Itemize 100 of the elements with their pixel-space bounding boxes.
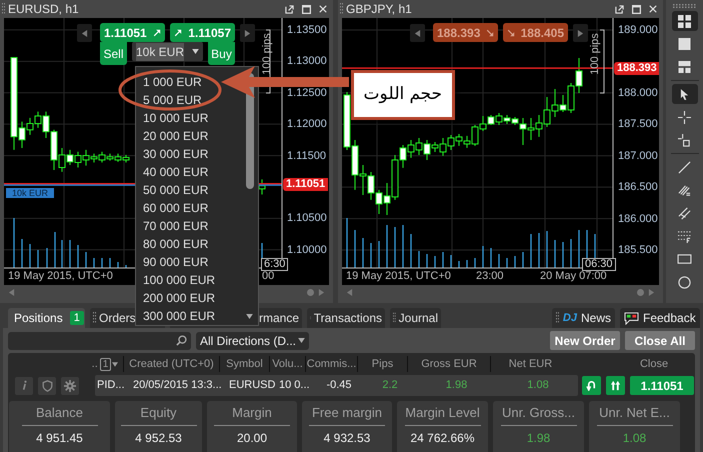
column-header: Pips (372, 356, 394, 372)
column-header: Created (UTC+0) (129, 356, 214, 372)
action-button[interactable]: Close All (625, 331, 695, 350)
time-cursor-tag: 06:30 (582, 258, 616, 271)
menu-item[interactable]: 90 000 EUR (136, 253, 212, 271)
previous-button[interactable] (77, 24, 92, 42)
price-axis-label: 188.000 (618, 86, 658, 99)
menu-item[interactable]: 50 000 EUR (136, 181, 212, 199)
next-button[interactable] (573, 24, 588, 42)
table-cell-text: 1.08 (526, 378, 550, 394)
news-tab[interactable]: DJ News (552, 308, 615, 328)
toolbar-button[interactable] (672, 11, 698, 31)
range-label: 100 pips (589, 32, 601, 77)
menu-item[interactable]: 70 000 EUR (136, 217, 212, 235)
price-axis-label: 1.10000 (287, 244, 327, 256)
sell-price-button[interactable]: 1.11051 (100, 23, 165, 42)
left-arrow-icon (414, 30, 421, 36)
price-axis-label: 1.13000 (287, 55, 327, 68)
scroll-thumb-icon (637, 289, 644, 296)
single-layout-icon (678, 38, 691, 50)
table-cell-text: 10 0... (278, 378, 311, 394)
double-up-arrow-icon (610, 380, 621, 391)
search-icon (176, 335, 187, 346)
current-price-label: 188.393 (614, 62, 659, 76)
summary-label: Equity (140, 404, 177, 422)
protection-button[interactable] (38, 376, 56, 394)
amount-select[interactable]: 10k EUR (132, 42, 203, 61)
summary-label: Unr. Gross... (502, 404, 575, 422)
menu-item[interactable]: 40 000 EUR (136, 163, 212, 181)
menu-item[interactable]: 80 000 EUR (136, 235, 212, 253)
close-icon (319, 5, 327, 13)
time-axis-label: 19 May 2015, UTC+0 (8, 270, 113, 282)
menu-item[interactable]: 20 000 EUR (136, 127, 212, 145)
table-cell-text: 2.2 (381, 378, 399, 394)
popout-icon (285, 4, 294, 14)
summary-value: 4 952.53 (135, 430, 182, 446)
menu-item[interactable]: 5 000 EUR (136, 91, 206, 109)
summary-label: Balance (36, 404, 83, 422)
scroll-left-icon (8, 289, 15, 296)
chart-title: EURUSD, h1 (8, 1, 79, 18)
arrow-up-right-icon (174, 28, 182, 36)
table-cell-text: 20/05/2015 13:3... (132, 378, 223, 394)
buy-price-button[interactable]: 1.11057 (170, 23, 235, 42)
column-header: Net EUR (508, 356, 552, 372)
search-field[interactable] (8, 332, 191, 350)
right-arrow-icon (577, 30, 584, 36)
drag-handle-icon (393, 312, 396, 324)
drag-handle-icon (672, 4, 696, 8)
table-cell-text: 1.98 (444, 378, 468, 394)
caret-icon (246, 314, 253, 319)
time-axis-label: 23:00 (476, 270, 504, 282)
scroll-left-icon (346, 289, 353, 296)
tab[interactable]: Journal (390, 308, 441, 328)
direction-select[interactable]: All Directions (D... (196, 332, 309, 350)
column-header: .. (92, 356, 98, 372)
sell-button[interactable]: Sell (100, 42, 127, 65)
time-cursor-tag: 6:30 (261, 258, 288, 271)
drag-handle-icon (556, 312, 559, 324)
tab[interactable]: Transactions (307, 308, 385, 328)
price-axis-label: 185.500 (618, 244, 658, 256)
time-axis-label: 00 (262, 270, 274, 282)
menu-item[interactable]: 100 000 EUR (136, 271, 220, 289)
buy-button[interactable]: Buy (208, 42, 235, 65)
price-axis-label: 1.10500 (287, 212, 327, 224)
info-button[interactable] (15, 376, 33, 394)
menu-item[interactable]: 1 000 EUR (136, 73, 206, 91)
reverse-button[interactable] (582, 376, 601, 395)
popout-icon (615, 4, 624, 14)
current-price-label: 1.11051 (283, 178, 328, 191)
next-button[interactable] (240, 24, 255, 42)
menu-item[interactable]: 10 000 EUR (136, 109, 212, 127)
menu-item[interactable]: 200 000 EUR (136, 289, 220, 307)
summary-value: 4 932.53 (324, 430, 370, 446)
previous-button[interactable] (410, 24, 425, 42)
double-up-button[interactable] (606, 376, 625, 395)
price-axis-label: 1.12000 (287, 118, 327, 130)
tab[interactable]: Positions 1 (8, 308, 85, 328)
info-icon (22, 380, 26, 391)
feedback-button[interactable]: Feedback (620, 308, 700, 328)
column-header: Gross EUR (421, 356, 477, 372)
crosshair-icon (678, 110, 691, 124)
u-turn-arrow-icon (586, 380, 597, 391)
menu-item[interactable]: 60 000 EUR (136, 199, 212, 217)
action-button[interactable]: New Order (550, 331, 620, 350)
summary-label: Unr. Net E... (599, 404, 670, 422)
summary-label: Margin (232, 404, 272, 422)
close-position-button[interactable]: 1.11051 (630, 376, 694, 395)
menu-item[interactable]: 30 000 EUR (136, 145, 212, 163)
settings-button[interactable] (61, 376, 79, 394)
grid-layout-icon (678, 14, 691, 28)
column-header: Volu... (272, 356, 303, 372)
column-header: Commis... (306, 356, 356, 372)
arrow-up-right-icon (153, 28, 161, 36)
toolbar-button[interactable] (672, 84, 698, 104)
price-axis-label: 1.11500 (287, 150, 326, 162)
summary-value: 1.08 (622, 430, 646, 446)
dotted-grid-icon (678, 230, 691, 242)
position-line-label: 10k EUR (6, 188, 54, 198)
time-axis-label: 20 May 07:00 (540, 270, 607, 282)
caret-icon (298, 338, 305, 343)
